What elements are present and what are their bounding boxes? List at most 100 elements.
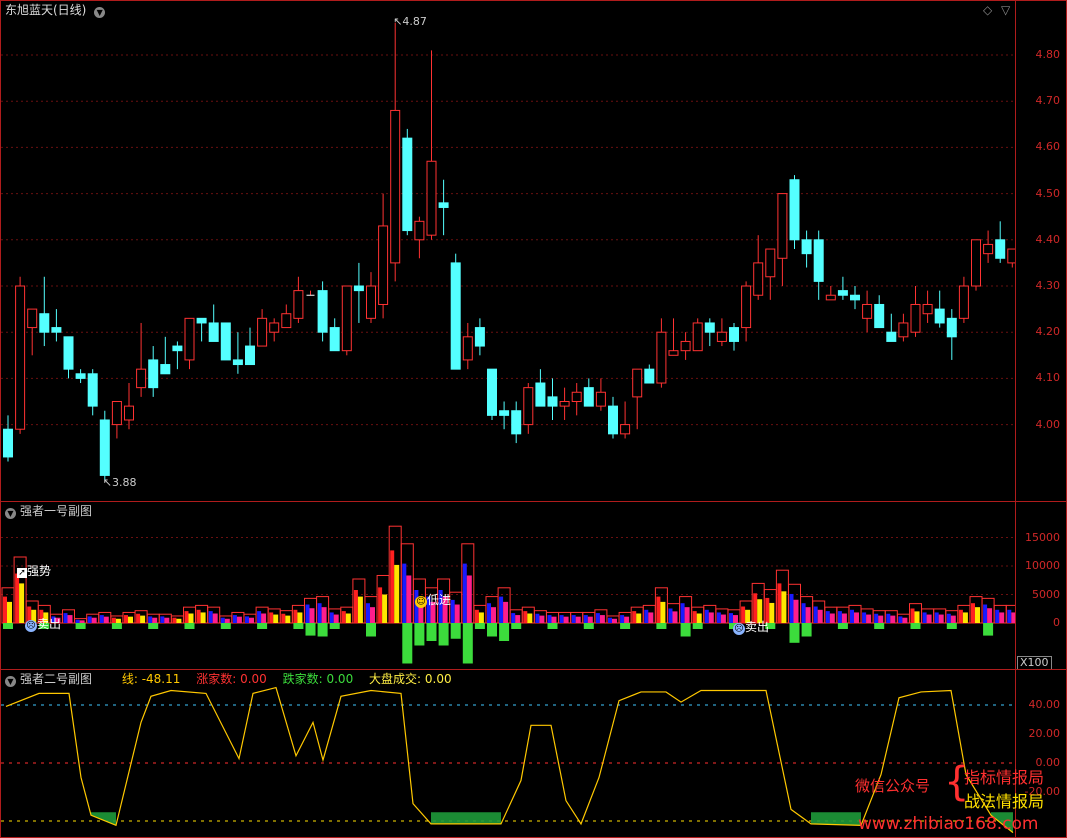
volume-bar-a [595,613,600,623]
candle-up [281,313,292,329]
arrow-up-icon: ➚ [17,568,27,578]
volume-bar-a [148,616,153,623]
volume-bar-b [382,594,388,623]
volume-bar-b [914,611,920,623]
candle-down [99,419,110,476]
candle-up [680,340,691,352]
low-value: 3.88 [112,476,137,490]
candle-down [329,327,340,352]
volume-bar-a [547,615,552,623]
volume-bar-a [656,596,661,623]
candle-up [765,248,776,278]
volume-bar-b [926,614,932,623]
volume-bar-b [684,607,690,623]
candle-up [293,290,304,319]
volume-bar-b [152,617,158,623]
volume-bar-b [345,613,351,623]
volume-bar-b [140,615,146,623]
volume-bar-b [1011,612,1015,623]
oscillator-chart [1,686,1015,834]
volume-bar-b [878,615,884,623]
negative-bar [583,623,594,629]
sell-signal-1: ☹卖出 [25,615,61,632]
candle-up [341,285,352,352]
candle-down [608,405,618,435]
volume-bar-a [87,616,92,623]
candle-down [704,322,715,333]
candle-up [523,387,534,426]
sell-signal-2: ☹卖出 [733,618,769,635]
sub1-tick-label: 0 [1053,616,1060,629]
candle-down [499,410,510,416]
volume-bar-a [99,615,104,623]
volume-bar-a [523,611,528,623]
volume-bar-a [571,615,576,623]
sell-signal-text: 卖出 [37,617,62,631]
negative-bar [499,623,510,641]
volume-bar-a [63,613,68,623]
volume-bar-a [378,587,383,623]
candle-up [257,317,268,347]
brand-watermark-1: 指标情报局 [964,768,1045,787]
volume-bar-b [249,617,254,623]
volume-bar-b [261,613,267,623]
candle-down [547,396,558,407]
negative-bar [656,623,667,629]
volume-bar-a [971,603,975,623]
candle-down [644,368,655,384]
volume-bar-b [7,601,12,623]
negative-bar [293,623,304,629]
volume-bar-b [612,618,617,623]
volume-bar-a [329,612,334,623]
volume-bar-b [128,616,133,623]
candle-down [402,137,413,232]
volume-bar-a [232,615,237,623]
candle-up [983,243,994,255]
volume-bar-b [793,599,799,623]
volume-bar-b [962,612,968,623]
volume-bar-b [999,612,1005,623]
negative-bar [329,623,340,629]
negative-bar [910,623,921,629]
oscillator-line [5,686,1014,834]
candle-up [656,331,667,384]
candle-up [595,391,606,407]
candle-down [208,322,219,342]
volume-bar-a [341,611,346,623]
negative-bar [874,623,885,629]
negative-bar [680,623,691,637]
candle-up [414,220,425,241]
volume-bar-b [720,614,726,623]
volume-bar-a [946,613,951,623]
volume-bar-b [478,612,484,623]
price-tick-label: 4.80 [1035,48,1061,61]
negative-bar [305,623,316,636]
candle-up [668,350,679,356]
candle-down [245,345,255,366]
volume-bar-a [487,603,491,623]
candle-down [934,308,945,324]
candle-up [971,239,981,287]
volume-bar-b [829,613,835,623]
negative-bar [257,623,268,629]
volume-bar-b [636,613,642,623]
volume-bar-a [124,615,128,623]
sub2-tick-label: 40.00 [1028,698,1061,711]
volume-bar-b [357,596,363,623]
volume-bar-b [212,613,218,623]
wechat-watermark: 微信公众号 [855,777,931,795]
candle-up [378,225,389,305]
volume-bar-a [704,609,709,623]
volume-bar-a [837,611,842,623]
candle-down [729,327,739,342]
negative-bar [184,623,195,629]
candle-up [898,322,909,338]
volume-bar-a [499,596,504,623]
volume-bar-b [696,613,702,623]
candle-up [910,303,921,333]
volume-bar-a [511,613,516,623]
candle-up [825,294,836,301]
volume-bar-a [220,617,225,623]
candle-down [51,327,62,333]
volume-bar-b [236,616,242,623]
